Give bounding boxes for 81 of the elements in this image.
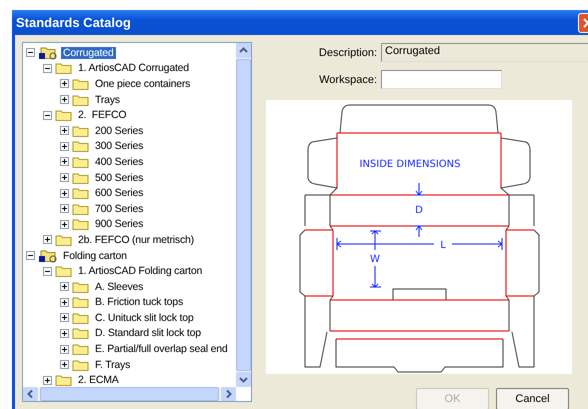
folder-icon [72, 139, 90, 154]
folder-icon [72, 342, 90, 356]
collapse-icon[interactable] [26, 251, 35, 260]
scroll-right-icon[interactable] [221, 387, 236, 401]
tree-item[interactable]: Trays [93, 94, 122, 106]
expand-icon[interactable] [60, 157, 69, 166]
folder-box-icon [38, 248, 58, 264]
expand-icon[interactable] [60, 313, 69, 322]
expand-icon[interactable] [60, 173, 69, 182]
expand-icon[interactable] [43, 235, 52, 244]
folder-icon [55, 232, 73, 247]
folder-icon [72, 154, 90, 169]
folder-icon [55, 108, 73, 122]
expand-icon[interactable] [60, 360, 69, 370]
dimension-label: L [440, 240, 446, 251]
expand-icon[interactable] [60, 328, 69, 338]
tree-item[interactable]: One piece containers [93, 78, 192, 90]
folder-icon [55, 264, 73, 278]
collapse-icon[interactable] [26, 48, 35, 58]
expand-icon[interactable] [60, 282, 69, 292]
tree-item[interactable]: F. Trays [93, 358, 132, 371]
tree-item[interactable]: 600 Series [93, 187, 146, 200]
tree-item[interactable]: E. Partial/full overlap seal end [93, 343, 230, 356]
dimension-label: D [415, 205, 423, 216]
scrollbar-thumb[interactable] [40, 387, 219, 401]
folder-icon [55, 61, 73, 76]
tree-item[interactable]: 900 Series [93, 218, 146, 230]
tree-item[interactable]: 1. ArtiosCAD Folding carton [76, 265, 204, 278]
description-field[interactable]: Corrugated [381, 43, 588, 62]
expand-icon[interactable] [60, 142, 69, 151]
tree-item[interactable]: Corrugated [61, 46, 116, 59]
expand-icon[interactable] [60, 298, 69, 307]
collapse-icon[interactable] [43, 110, 52, 120]
tree-item[interactable]: 500 Series [93, 172, 146, 184]
expand-icon[interactable] [60, 95, 69, 104]
scroll-left-icon[interactable] [23, 387, 38, 401]
expand-icon[interactable] [60, 204, 69, 214]
expand-icon[interactable] [60, 344, 69, 354]
folder-icon [72, 186, 90, 200]
workspace-field[interactable] [381, 70, 502, 89]
expand-icon[interactable] [60, 79, 69, 88]
folder-icon [72, 92, 90, 107]
tree-item[interactable]: 2b. FEFCO (nur metrisch) [76, 234, 196, 246]
collapse-icon[interactable] [43, 64, 52, 73]
collapse-icon[interactable] [43, 266, 52, 276]
tree-item[interactable]: D. Standard slit lock top [93, 327, 203, 340]
tree-item[interactable]: 700 Series [93, 202, 146, 215]
folder-box-icon [38, 45, 58, 60]
tree-item[interactable]: 2. ECMA [76, 374, 121, 386]
folder-icon [72, 124, 90, 138]
folder-icon [72, 76, 90, 91]
dimension-label: W [370, 254, 380, 265]
tree-item[interactable]: C. Unituck slit lock top [93, 312, 196, 324]
folder-icon [72, 170, 90, 185]
tree-item[interactable]: A. Sleeves [93, 280, 146, 293]
folder-icon [72, 295, 90, 310]
dialog-button[interactable]: Cancel [496, 388, 569, 409]
scroll-down-icon[interactable] [236, 372, 251, 387]
description-label: Description: [318, 46, 377, 58]
folder-icon [72, 326, 90, 340]
dimensions-caption: INSIDE DIMENSIONS [360, 159, 460, 170]
expand-icon[interactable] [60, 126, 69, 136]
folder-icon [72, 310, 90, 325]
folder-icon [72, 217, 90, 232]
horizontal-scrollbar[interactable] [23, 387, 236, 401]
expand-icon[interactable] [60, 188, 69, 198]
tree-item[interactable]: 300 Series [93, 140, 146, 152]
tree-item[interactable]: Folding carton [61, 250, 129, 262]
tree-item[interactable]: B. Friction tuck tops [93, 296, 185, 308]
window-title: Standards Catalog [16, 15, 131, 30]
tree-item[interactable]: 1. ArtiosCAD Corrugated [76, 62, 191, 74]
tree-item[interactable]: 2. FEFCO [76, 109, 128, 122]
tree-item[interactable]: 400 Series [93, 156, 146, 168]
expand-icon[interactable] [60, 220, 69, 229]
folder-icon [72, 202, 90, 216]
folder-icon [72, 358, 90, 372]
folder-icon [72, 280, 90, 294]
workspace-label: Workspace: [318, 74, 377, 86]
tree-item[interactable]: 200 Series [93, 124, 146, 137]
expand-icon[interactable] [43, 376, 52, 385]
scroll-up-icon[interactable] [236, 43, 251, 58]
